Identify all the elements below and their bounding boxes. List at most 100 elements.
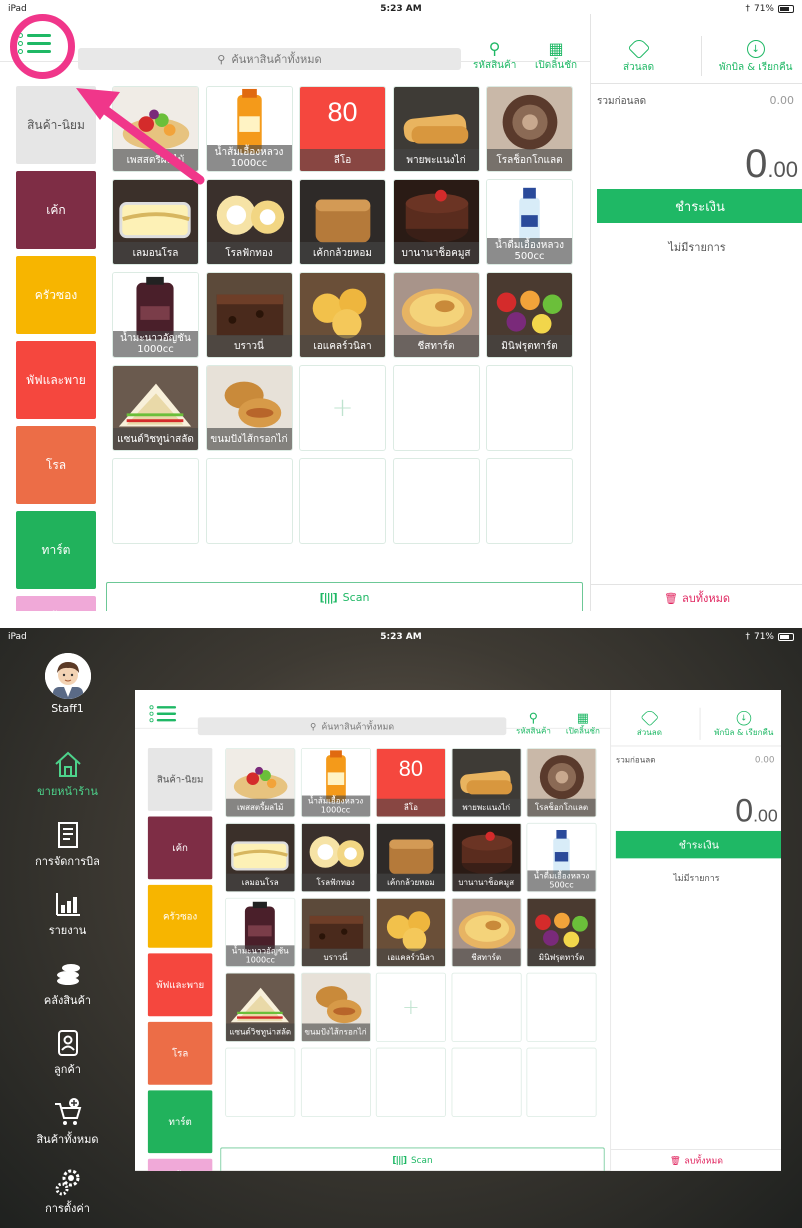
nav-item-0[interactable]: ขายหน้าร้าน bbox=[0, 750, 135, 800]
product-tile[interactable]: น้ำส้มเอื้องหลวง 1000cc bbox=[300, 747, 371, 818]
empty-slot bbox=[375, 1047, 446, 1117]
scan-button[interactable]: [|||] Scan bbox=[106, 582, 583, 611]
product-tile[interactable]: โรลฟักทอง bbox=[300, 822, 371, 893]
pay-button[interactable]: ชำระเงิน bbox=[597, 189, 802, 223]
product-tile[interactable]: โรลช็อกโกแลต bbox=[486, 86, 573, 172]
plus-icon: + bbox=[402, 995, 420, 1020]
product-code-button[interactable]: ⚲ รหัสสินค้า bbox=[473, 40, 516, 73]
product-tile[interactable]: ขนมปังไส้กรอกไก่ bbox=[205, 365, 293, 451]
cart-panel: ส่วนลด ↓ พักบิล & เรียกคืน รวมก่อนลด 0.0… bbox=[590, 14, 802, 611]
nav-item-2[interactable]: รายงาน bbox=[0, 889, 135, 939]
product-label: น้ำมะนาวอัญชัน 1000cc bbox=[113, 331, 198, 357]
product-tile[interactable]: มินิฟรุตทาร์ต bbox=[526, 897, 597, 968]
add-product-button[interactable]: + bbox=[375, 972, 446, 1042]
product-tile[interactable]: พายพะแนงไก่ bbox=[451, 747, 522, 818]
barcode-icon: [|||] bbox=[319, 591, 338, 604]
avatar[interactable] bbox=[45, 653, 91, 699]
nav-item-4[interactable]: ลูกค้า bbox=[0, 1028, 135, 1078]
category-2[interactable]: ครัวซอง bbox=[16, 256, 96, 334]
product-tile[interactable]: น้ำดื่มเอื้องหลวง 500cc bbox=[486, 179, 573, 265]
product-tile[interactable]: พายพะแนงไก่ bbox=[392, 86, 480, 172]
category-3[interactable]: พัฟและพาย bbox=[16, 341, 96, 419]
product-tile[interactable]: ชีสทาร์ต bbox=[392, 272, 480, 358]
empty-slot bbox=[451, 1047, 522, 1117]
search-icon: ⚲ bbox=[310, 721, 317, 732]
product-label: บานานาช็อคมูส bbox=[393, 242, 479, 264]
tag-icon bbox=[627, 36, 650, 60]
product-tile[interactable]: บานานาช็อคมูส bbox=[392, 179, 480, 265]
product-tile[interactable]: เอแคลร์วนิลา bbox=[299, 272, 386, 358]
product-label: โรลช็อกโกแลต bbox=[527, 798, 596, 817]
product-label: ขนมปังไส้กรอกไก่ bbox=[301, 1023, 370, 1042]
discount-button[interactable]: ส่วนลด bbox=[637, 708, 662, 739]
open-drawer-button[interactable]: ▦ เปิดลิ้นชัก bbox=[566, 711, 600, 738]
product-label: มินิฟรุตทาร์ต bbox=[527, 948, 596, 967]
nav-item-5[interactable]: สินค้าทั้งหมด bbox=[0, 1097, 135, 1148]
download-icon: ↓ bbox=[736, 710, 751, 726]
category-2[interactable]: ครัวซอง bbox=[147, 884, 213, 948]
category-5[interactable]: ทาร์ต bbox=[16, 511, 96, 589]
product-code-button[interactable]: ⚲ รหัสสินค้า bbox=[516, 711, 551, 738]
menu-icon[interactable] bbox=[149, 705, 177, 725]
category-1[interactable]: เค้ก bbox=[147, 816, 213, 880]
product-tile[interactable]: ชีสทาร์ต bbox=[451, 897, 522, 968]
nav-item-6[interactable]: การตั้งค่า bbox=[0, 1167, 135, 1217]
category-3[interactable]: พัฟและพาย bbox=[147, 953, 213, 1017]
hold-bill-button[interactable]: ↓ พักบิล & เรียกคืน bbox=[719, 40, 793, 75]
product-tile[interactable]: บราวนี่ bbox=[300, 897, 371, 968]
nav-label: คลังสินค้า bbox=[43, 993, 92, 1007]
pay-button[interactable]: ชำระเงิน bbox=[615, 830, 781, 859]
subtotal-label: รวมก่อนลด bbox=[615, 756, 656, 765]
nav-label: ขายหน้าร้าน bbox=[37, 785, 98, 798]
staff-name: Staff1 bbox=[51, 702, 84, 715]
product-tile[interactable]: แซนด์วิชทูน่าสลัด bbox=[112, 365, 199, 451]
category-4[interactable]: โรล bbox=[16, 426, 96, 504]
nav-item-3[interactable]: คลังสินค้า bbox=[0, 959, 135, 1009]
clear-all-button[interactable]: 🗑 ลบทั้งหมด bbox=[611, 1149, 781, 1171]
product-label: บานานาช็อคมูส bbox=[451, 873, 521, 892]
empty-cart-text: ไม่มีรายการ bbox=[673, 872, 720, 884]
product-tile[interactable]: น้ำมะนาวอัญชัน 1000cc bbox=[225, 897, 296, 968]
empty-slot bbox=[526, 972, 597, 1042]
download-icon: ↓ bbox=[746, 40, 765, 58]
nav-label: การจัดการบิล bbox=[35, 854, 100, 868]
product-tile[interactable]: เค้กกล้วยหอม bbox=[375, 822, 446, 893]
category-4[interactable]: โรล bbox=[147, 1021, 213, 1085]
empty-slot bbox=[486, 458, 573, 544]
product-label: เค้กกล้วยหอม bbox=[376, 873, 446, 892]
search-icon: ⚲ bbox=[528, 710, 539, 726]
trash-icon: 🗑 bbox=[664, 591, 678, 605]
add-product-button[interactable]: + bbox=[299, 365, 386, 451]
hold-bill-button[interactable]: ↓ พักบิล & เรียกคืน bbox=[714, 710, 773, 739]
category-6[interactable]: ขนมปังและ bbox=[147, 1158, 213, 1171]
category-0[interactable]: สินค้า-นิยม bbox=[147, 747, 213, 811]
product-code-text: 80 bbox=[327, 97, 358, 127]
home-icon bbox=[54, 751, 81, 777]
discount-button[interactable]: ส่วนลด bbox=[623, 36, 654, 75]
product-tile[interactable]: 80 ลีโอ bbox=[299, 86, 386, 172]
product-tile[interactable]: 80 ลีโอ bbox=[375, 747, 446, 818]
product-tile[interactable]: บานานาช็อคมูส bbox=[451, 822, 522, 893]
category-6[interactable]: ขนมปังและ bbox=[16, 596, 96, 611]
product-tile[interactable]: มินิฟรุตทาร์ต bbox=[486, 272, 573, 358]
product-tile[interactable]: เพสสตรี้ผลไม้ bbox=[225, 747, 296, 818]
product-tile[interactable]: แซนด์วิชทูน่าสลัด bbox=[225, 972, 296, 1042]
search-input[interactable]: ⚲ ค้นหาสินค้าทั้งหมด bbox=[197, 717, 507, 736]
screenshot-top: ⚲ ค้นหาสินค้าทั้งหมด ⚲ รหัสสินค้า ▦ เปิด… bbox=[0, 0, 802, 615]
product-tile[interactable]: น้ำดื่มเอื้องหลวง 500cc bbox=[526, 822, 597, 893]
product-tile[interactable]: เอแคลร์วนิลา bbox=[375, 897, 446, 968]
product-tile[interactable]: โรลช็อกโกแลต bbox=[526, 747, 597, 818]
empty-slot bbox=[451, 972, 522, 1042]
product-tile[interactable]: เลมอนโรล bbox=[225, 822, 296, 893]
open-drawer-button[interactable]: ▦ เปิดลิ้นชัก bbox=[535, 40, 577, 73]
nav-item-1[interactable]: การจัดการบิล bbox=[0, 820, 135, 870]
product-tile[interactable]: น้ำมะนาวอัญชัน 1000cc bbox=[112, 272, 199, 358]
clear-all-button[interactable]: 🗑 ลบทั้งหมด bbox=[591, 584, 802, 611]
customer-icon bbox=[57, 1030, 78, 1056]
scan-button[interactable]: [|||] Scan bbox=[220, 1147, 605, 1171]
screenshot-bottom: iPad 5:23 AM † 71% Staff1 ขายหน้าร้าน การ… bbox=[0, 628, 802, 1228]
category-5[interactable]: ทาร์ต bbox=[147, 1090, 213, 1154]
product-tile[interactable]: เค้กกล้วยหอม bbox=[299, 179, 386, 265]
product-tile[interactable]: ขนมปังไส้กรอกไก่ bbox=[300, 972, 371, 1042]
product-tile[interactable]: บราวนี่ bbox=[205, 272, 293, 358]
